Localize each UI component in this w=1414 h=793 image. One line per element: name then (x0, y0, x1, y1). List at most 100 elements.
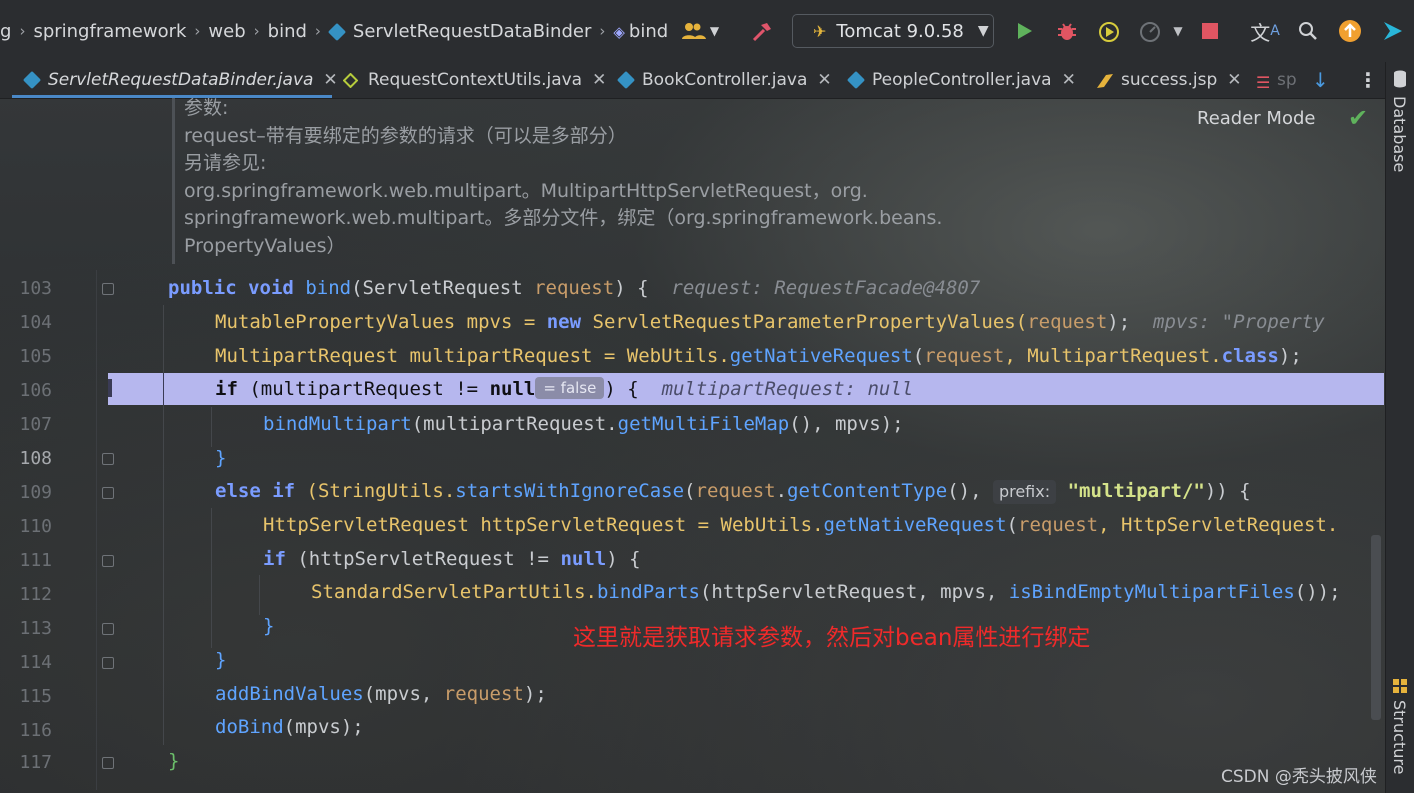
parameter: request (534, 277, 615, 299)
code-line-106[interactable]: if (multipartRequest != null = false) { m… (215, 377, 913, 400)
close-icon[interactable]: ✕ (323, 70, 337, 90)
tab-overflow[interactable]: ☰ sp (1256, 62, 1298, 98)
keyword-new: new (546, 311, 582, 333)
indent-guide (259, 575, 260, 615)
close-icon[interactable]: ✕ (1062, 70, 1076, 90)
code-line-107[interactable]: bindMultipart(multipartRequest.getMultiF… (263, 413, 904, 435)
breadcrumb-item-web[interactable]: web (202, 21, 251, 42)
tab-label: RequestContextUtils.java (368, 70, 583, 90)
inline-debug-value: multipartRequest: null (661, 378, 914, 400)
chevron-right-icon: › (253, 22, 260, 40)
plugin-logo-icon[interactable] (1380, 18, 1406, 44)
code-line-112[interactable]: StandardServletPartUtils.bindParts(httpS… (311, 581, 1341, 603)
code-text: (mpvs); (283, 716, 364, 738)
more-options-icon[interactable]: ⋮ (1358, 62, 1378, 98)
fold-toggle-icon[interactable] (102, 283, 114, 295)
chevron-right-icon: › (19, 22, 26, 40)
code-line-113[interactable]: } (263, 615, 274, 637)
tab-book-controller[interactable]: BookController.java ✕ (616, 62, 832, 98)
breadcrumb-item-method[interactable]: ◈ bind (607, 21, 674, 42)
method-call: bindMultipart (263, 413, 412, 435)
code-line-110[interactable]: HttpServletRequest httpServletRequest = … (263, 514, 1338, 536)
reader-mode-toggle[interactable]: Reader Mode (1197, 108, 1315, 129)
code-line-103[interactable]: public void bind(ServletRequest request)… (168, 277, 980, 299)
code-text: (ServletRequest (351, 277, 535, 299)
keyword-null: null (489, 378, 536, 400)
run-with-coverage-icon[interactable] (1096, 19, 1122, 45)
code-line-108[interactable]: } (215, 447, 226, 469)
code-line-115[interactable]: addBindValues(mpvs, request); (215, 683, 547, 705)
chevron-down-icon[interactable]: ▼ (1170, 22, 1186, 40)
code-text: ); (1278, 345, 1302, 367)
method-icon: ◈ (613, 22, 625, 41)
line-number: 115 (19, 686, 52, 707)
keyword-if: if (215, 378, 238, 400)
breadcrumb-item-springframework[interactable]: springframework (27, 21, 192, 42)
breadcrumb-cut-item[interactable]: g (0, 21, 17, 42)
code-line-104[interactable]: MutablePropertyValues mpvs = new Servlet… (215, 311, 1325, 333)
parameter-name-hint: prefix: (992, 480, 1057, 504)
java-class-icon (22, 70, 42, 90)
profiler-icon[interactable] (1137, 19, 1163, 45)
translate-icon[interactable]: 文A (1250, 17, 1280, 45)
tab-people-controller[interactable]: PeopleController.java ✕ (846, 62, 1076, 98)
method-call: getMultiFileMap (617, 413, 790, 435)
editor-tab-bar: ServletRequestDataBinder.java ✕ RequestC… (0, 62, 1385, 99)
javadoc-line: 参数: (184, 97, 229, 119)
method-call: getContentType (787, 480, 948, 502)
breadcrumb-item-bind-package[interactable]: bind (262, 21, 313, 42)
code-line-116[interactable]: doBind(mpvs); (215, 716, 364, 738)
arrow-down-icon[interactable]: ↓ (1312, 62, 1329, 98)
vcs-users-icon[interactable]: ▼ (680, 20, 720, 42)
method-call: getNativeRequest (729, 345, 913, 367)
method-call: isBindEmptyMultipartFiles (1008, 581, 1295, 603)
close-icon[interactable]: ✕ (592, 70, 606, 90)
structure-panel-label[interactable]: Structure (1390, 700, 1409, 774)
fold-toggle-icon[interactable] (102, 657, 114, 669)
stop-icon[interactable] (1199, 20, 1221, 42)
search-icon[interactable] (1296, 19, 1320, 43)
code-line-105[interactable]: MultipartRequest multipartRequest = WebU… (215, 345, 1302, 367)
parameter: request (1018, 514, 1099, 536)
run-icon[interactable] (1012, 19, 1036, 43)
rendered-javadoc: 参数: request–带有要绑定的参数的请求（可以是多部分） 另请参见: or… (184, 97, 984, 260)
fold-toggle-icon[interactable] (102, 623, 114, 635)
keyword-void: void (248, 277, 294, 299)
build-hammer-icon[interactable] (750, 20, 774, 44)
update-icon[interactable] (1337, 18, 1363, 44)
tab-label: ServletRequestDataBinder.java (48, 70, 314, 90)
tab-servlet-request-data-binder[interactable]: ServletRequestDataBinder.java ✕ (12, 62, 338, 98)
line-number: 117 (19, 752, 52, 773)
code-line-114[interactable]: } (215, 649, 226, 671)
vertical-scrollbar[interactable] (1371, 535, 1381, 720)
fold-toggle-icon[interactable] (102, 453, 114, 465)
code-text: ( (684, 480, 696, 502)
tab-success-jsp[interactable]: success.jsp ✕ (1096, 62, 1242, 98)
inline-debug-value: request: RequestFacade@4807 (671, 277, 981, 299)
debug-icon[interactable] (1054, 19, 1080, 45)
tab-request-context-utils[interactable]: RequestContextUtils.java ✕ (342, 62, 606, 98)
run-configuration-selector[interactable]: ✈ Tomcat 9.0.58 ▼ (792, 14, 994, 48)
code-text: (httpServletRequest != (285, 548, 561, 570)
javadoc-line: 另请参见: (184, 152, 267, 174)
database-panel-label[interactable]: Database (1390, 96, 1409, 172)
code-line-117[interactable]: } (168, 750, 179, 772)
fold-toggle-icon[interactable] (102, 757, 114, 769)
code-line-109[interactable]: else if (StringUtils.startsWithIgnoreCas… (215, 480, 1251, 504)
line-number: 110 (19, 516, 52, 537)
code-text: (mpvs, (363, 683, 444, 705)
code-line-111[interactable]: if (httpServletRequest != null) { (263, 548, 641, 570)
keyword-public: public (168, 277, 237, 299)
code-text: ) { (604, 378, 639, 400)
line-number: 103 (19, 278, 52, 299)
breadcrumb-class-label: ServletRequestDataBinder (352, 20, 592, 42)
fold-toggle-icon[interactable] (102, 555, 114, 567)
fold-toggle-icon[interactable] (102, 487, 114, 499)
line-number: 106 (19, 380, 52, 401)
close-icon[interactable]: ✕ (817, 70, 831, 90)
code-text: ServletRequestParameterPropertyValues( (581, 311, 1028, 333)
method-call: startsWithIgnoreCase (455, 480, 685, 502)
java-class-icon (327, 22, 346, 41)
breadcrumb-item-class[interactable]: ServletRequestDataBinder (323, 21, 597, 42)
close-icon[interactable]: ✕ (1227, 70, 1241, 90)
